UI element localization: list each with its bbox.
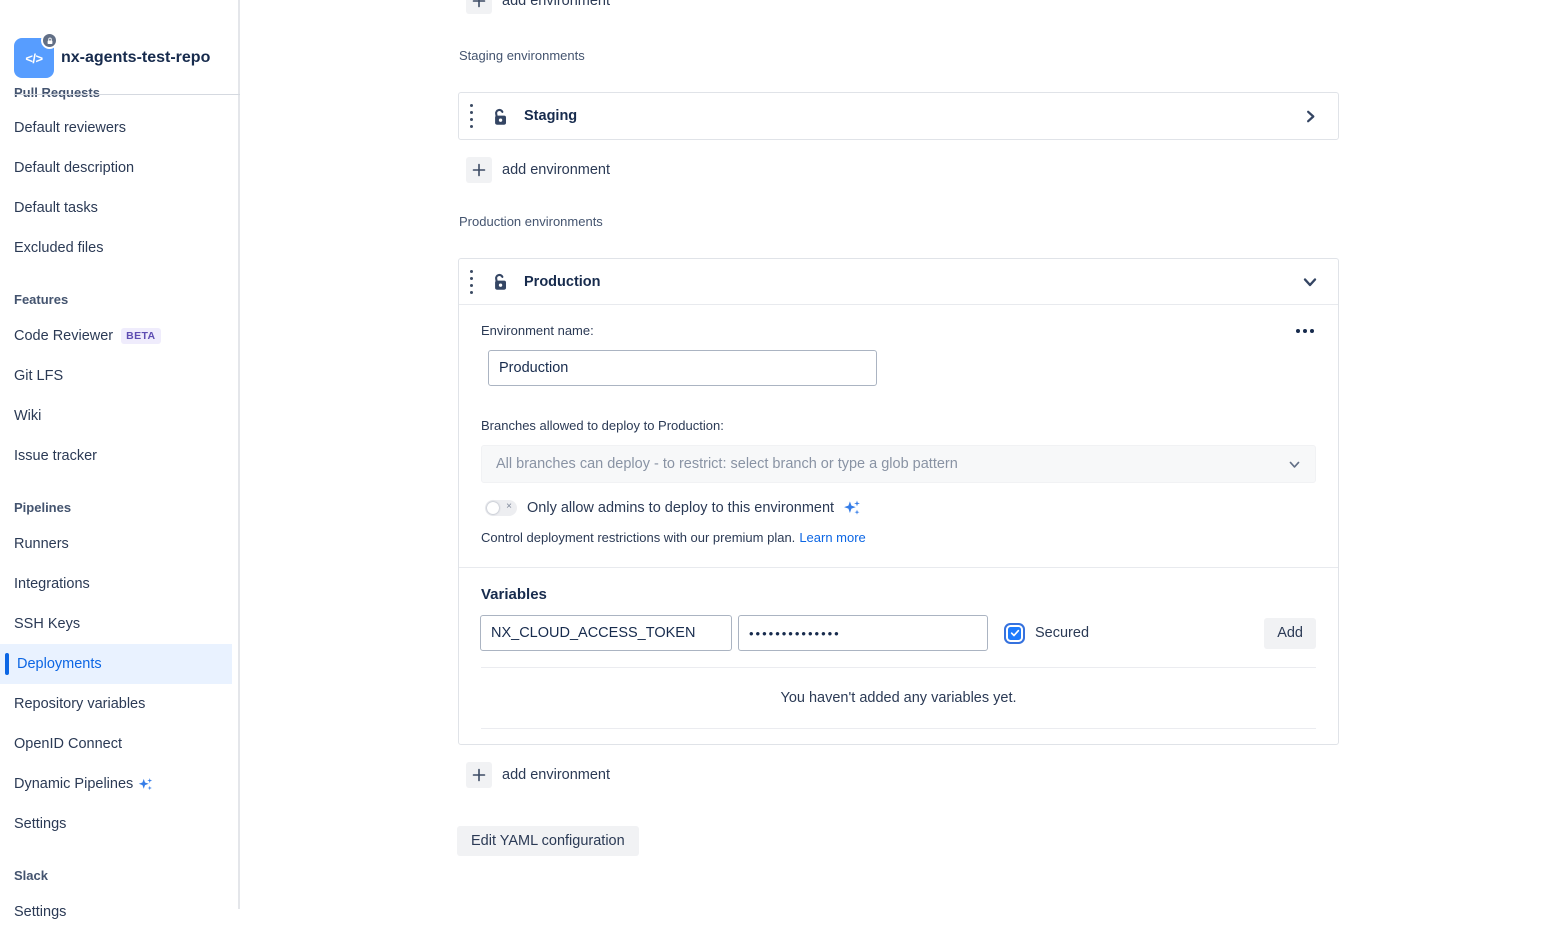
add-variable-button[interactable]: Add (1264, 618, 1316, 649)
secured-label: Secured (1035, 625, 1089, 641)
sidebar-item-default-description[interactable]: Default description (0, 148, 232, 188)
sidebar-item-deployments[interactable]: Deployments (0, 644, 232, 684)
unlock-icon (489, 271, 510, 292)
secured-checkbox[interactable] (1008, 627, 1021, 640)
environment-title: Production (524, 274, 601, 290)
drag-handle-icon[interactable] (465, 270, 477, 294)
sidebar-header-divider (14, 94, 240, 95)
production-environment-card: Production Environment name: Branches al… (458, 258, 1339, 745)
sidebar-divider (238, 0, 240, 909)
sidebar-item-settings[interactable]: Settings (0, 804, 232, 844)
more-options-icon[interactable] (1294, 327, 1316, 335)
sidebar-section-pipelines: Pipelines (0, 484, 232, 524)
admins-only-toggle[interactable]: × (485, 500, 517, 516)
premium-sparkle-icon (842, 498, 862, 518)
variables-section: Variables Secured Add You haven't added … (459, 586, 1338, 744)
sidebar-section-slack: Slack (0, 852, 232, 892)
variables-empty-message: You haven't added any variables yet. (481, 690, 1316, 706)
environment-name-label: Environment name: (481, 323, 594, 338)
sidebar-item-runners[interactable]: Runners (0, 524, 232, 564)
toggle-off-x-icon: × (506, 501, 512, 512)
unlock-icon (489, 106, 510, 127)
sidebar-item-repository-variables[interactable]: Repository variables (0, 684, 232, 724)
learn-more-link[interactable]: Learn more (799, 530, 865, 545)
add-environment-button-production[interactable]: add environment (466, 762, 1339, 788)
check-icon (1010, 628, 1020, 638)
staging-environments-label: Staging environments (459, 48, 1339, 63)
sidebar-nav: Default reviewers Default description De… (0, 95, 232, 932)
production-environments-label: Production environments (459, 214, 1339, 229)
staging-card-header[interactable]: Staging (459, 93, 1338, 139)
sidebar-item-ssh-keys[interactable]: SSH Keys (0, 604, 232, 644)
select-placeholder: All branches can deploy - to restrict: s… (496, 456, 1288, 472)
sidebar-item-wiki[interactable]: Wiki (0, 396, 232, 436)
sidebar-item-default-reviewers[interactable]: Default reviewers (0, 108, 232, 148)
sidebar-item-integrations[interactable]: Integrations (0, 564, 232, 604)
code-icon: </> (25, 51, 42, 66)
variable-value-input[interactable] (738, 615, 988, 651)
repo-name: nx-agents-test-repo (61, 49, 210, 67)
environment-settings-section: Environment name: Branches allowed to de… (459, 323, 1338, 545)
chevron-down-icon (1288, 458, 1301, 471)
deployments-settings-main: add environment Staging environments Sta… (458, 0, 1339, 856)
sidebar-item-dynamic-pipelines[interactable]: Dynamic Pipelines (0, 764, 232, 804)
plus-icon (466, 157, 492, 183)
add-environment-button-top[interactable]: add environment (466, 0, 1339, 14)
toggle-knob (487, 502, 499, 514)
sidebar-item-git-lfs[interactable]: Git LFS (0, 356, 232, 396)
variables-heading: Variables (481, 586, 1316, 603)
variables-section-divider (459, 567, 1338, 568)
variable-name-input[interactable] (480, 615, 732, 651)
production-card-header[interactable]: Production (459, 259, 1338, 305)
sidebar-section-features: Features (0, 276, 232, 316)
plus-icon (466, 0, 492, 14)
sidebar-item-excluded-files[interactable]: Excluded files (0, 228, 232, 268)
sidebar-item-code-reviewer[interactable]: Code Reviewer BETA (0, 316, 232, 356)
plus-icon (466, 762, 492, 788)
environment-name-input[interactable] (488, 350, 877, 386)
variables-list-divider (481, 667, 1316, 668)
repo-avatar[interactable]: </> (14, 38, 54, 78)
sidebar-section-pull-requests: Pull Requests (14, 85, 100, 100)
sidebar-item-openid-connect[interactable]: OpenID Connect (0, 724, 232, 764)
branches-allowed-label: Branches allowed to deploy to Production… (481, 418, 1316, 433)
drag-handle-icon[interactable] (465, 104, 477, 128)
repo-header: </> nx-agents-test-repo (14, 38, 210, 78)
admins-only-label: Only allow admins to deploy to this envi… (527, 500, 834, 516)
environment-title: Staging (524, 108, 577, 124)
staging-environment-card: Staging (458, 92, 1339, 140)
beta-badge: BETA (121, 328, 160, 344)
add-environment-button-staging[interactable]: add environment (466, 157, 1339, 183)
sidebar-item-slack-settings[interactable]: Settings (0, 892, 232, 932)
sparkle-icon (137, 776, 154, 793)
private-lock-badge (41, 32, 58, 49)
edit-yaml-configuration-button[interactable]: Edit YAML configuration (457, 826, 639, 856)
chevron-down-icon[interactable] (1302, 274, 1318, 290)
branch-restriction-select[interactable]: All branches can deploy - to restrict: s… (481, 445, 1316, 483)
sidebar: </> nx-agents-test-repo Pull Requests De… (0, 0, 240, 909)
variables-list-divider (481, 728, 1316, 729)
selected-indicator (5, 653, 9, 675)
premium-plan-text: Control deployment restrictions with our… (481, 530, 795, 545)
sidebar-item-issue-tracker[interactable]: Issue tracker (0, 436, 232, 476)
sidebar-item-default-tasks[interactable]: Default tasks (0, 188, 232, 228)
lock-icon (46, 37, 54, 45)
chevron-right-icon[interactable] (1303, 109, 1318, 124)
